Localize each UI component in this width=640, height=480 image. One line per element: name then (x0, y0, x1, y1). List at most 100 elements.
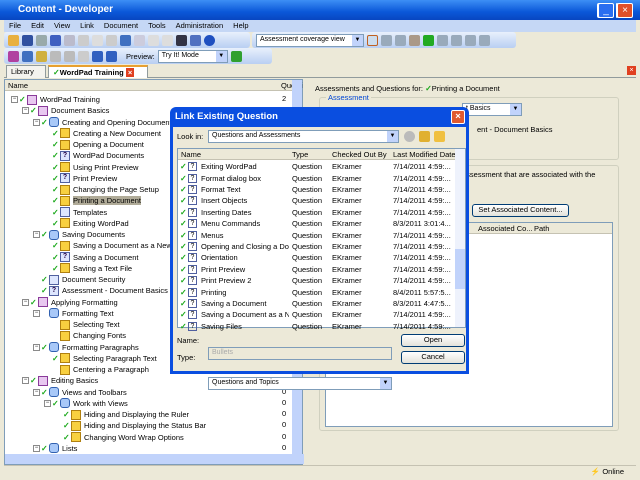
question-row[interactable]: ✓? Inserting Dates Question EKramer 7/14/201… (178, 207, 458, 218)
save-icon[interactable] (22, 34, 33, 46)
tree-node[interactable]: − ✓ Editing Basics (22, 375, 98, 386)
question-row[interactable]: ✓? Insert Objects Question EKramer 7/14/2011… (178, 195, 458, 206)
tree-node[interactable]: − ✓ Work with Views (44, 398, 128, 409)
refresh-icon[interactable] (423, 34, 434, 46)
menu-tools[interactable]: Tools (143, 20, 171, 31)
question-row[interactable]: ✓? Print Preview Question EKramer 7/14/2011 … (178, 264, 458, 275)
collapse-icon[interactable]: − (33, 388, 40, 396)
publish-icon[interactable] (409, 34, 420, 46)
new-module-icon[interactable] (22, 50, 33, 62)
new-topic-icon[interactable] (36, 50, 47, 62)
question-row[interactable]: ✓? Exiting WordPad Question EKramer 7/14/201… (178, 161, 458, 172)
preview-mode-combo[interactable]: Try It! Mode ▼ (157, 49, 228, 63)
tree-node[interactable]: ✓? Assessment - Document Basics (33, 285, 168, 296)
menu-document[interactable]: Document (99, 20, 143, 31)
tree-node[interactable]: − ✓ Views and Toolbars (33, 387, 127, 398)
collapse-icon[interactable]: − (11, 96, 18, 103)
layout-single-icon[interactable] (367, 34, 378, 46)
collapse-icon[interactable] (162, 34, 173, 46)
view-combo[interactable]: Assessment coverage view ▼ (256, 33, 364, 47)
copy-icon[interactable] (64, 34, 75, 46)
tree-node[interactable]: Selecting Text (44, 319, 120, 330)
question-row[interactable]: ✓? Orientation Question EKramer 7/14/2011 4:… (178, 252, 458, 263)
back-icon[interactable] (404, 131, 415, 142)
tree-node[interactable]: ✓ Printing a Document (44, 195, 141, 206)
tree-node[interactable]: − ✓ Document Basics (22, 105, 109, 116)
open-button[interactable]: Open (401, 334, 465, 347)
tree-node[interactable]: ✓ Selecting Paragraph Text (44, 353, 157, 364)
tree-node[interactable]: ✓ Using Print Preview (44, 162, 138, 173)
cut-icon[interactable] (50, 34, 61, 46)
tab-library[interactable]: Library (6, 65, 46, 78)
spellcheck-icon[interactable] (190, 34, 201, 46)
name-field[interactable]: Bullets (208, 347, 392, 360)
tree-node[interactable]: − ✓ Lists (33, 443, 77, 454)
tree-node[interactable]: ✓ Saving a Text File (44, 263, 132, 274)
redo-icon[interactable] (134, 34, 145, 46)
collapse-icon[interactable]: − (22, 377, 29, 385)
help-icon[interactable] (204, 34, 215, 46)
collapse-icon[interactable]: − (33, 118, 40, 126)
col-name[interactable]: Name (8, 81, 28, 90)
close-window-button[interactable]: × (617, 3, 633, 18)
minimize-button[interactable]: _ (598, 3, 614, 18)
new-book-icon[interactable] (8, 50, 19, 62)
col-last-modified[interactable]: Last Modified Date (393, 150, 456, 159)
checkout-icon[interactable] (465, 34, 476, 46)
tree-node[interactable]: Centering a Paragraph (44, 364, 149, 375)
type-combo[interactable]: Questions and Topics ▼ (208, 377, 392, 390)
tree-horizontal-scrollbar[interactable] (5, 454, 304, 464)
up-folder-icon[interactable] (419, 131, 430, 142)
tree-node[interactable]: ✓? Saving a Document (44, 252, 138, 263)
col-associated-content[interactable]: Associated Co... (478, 224, 533, 233)
tree-node[interactable]: ✓ Opening a Document (44, 139, 144, 150)
tab-wordpad-training[interactable]: ✓WordPad Training × (48, 65, 148, 78)
tree-node[interactable]: ✓ Templates (44, 207, 107, 218)
properties-icon[interactable] (106, 34, 117, 46)
print-preview-icon[interactable] (36, 34, 47, 46)
expand-icon[interactable] (148, 34, 159, 46)
question-row[interactable]: ✓? Print Preview 2 Question EKramer 7/14/201… (178, 275, 458, 286)
question-row[interactable]: ✓? Format dialog box Question EKramer 7/14/2… (178, 172, 458, 183)
menu-help[interactable]: Help (228, 20, 253, 31)
new-question-icon[interactable] (50, 50, 61, 62)
question-row[interactable]: ✓? Menu Commands Question EKramer 8/3/2011 3… (178, 218, 458, 229)
move-up-icon[interactable] (92, 50, 103, 62)
tree-node[interactable]: − ✓ Creating and Opening Documents (33, 117, 175, 128)
tree-node[interactable]: ✓ Hiding and Displaying the Status Bar (55, 420, 206, 431)
col-path[interactable]: Path (534, 224, 549, 233)
cancel-button[interactable]: Cancel (401, 351, 465, 364)
close-pane-icon[interactable]: × (627, 66, 636, 75)
tree-node[interactable]: − ✓ Formatting Paragraphs (33, 342, 139, 353)
find-icon[interactable] (176, 34, 187, 46)
collapse-icon[interactable]: − (22, 298, 29, 306)
layout-vertical-icon[interactable] (395, 34, 406, 46)
layout-horizontal-icon[interactable] (381, 34, 392, 46)
look-in-combo[interactable]: Questions and Assessments ▼ (208, 130, 399, 143)
link-icon[interactable] (78, 50, 89, 62)
tree-node[interactable]: ✓ Document Security (33, 274, 125, 285)
delete-icon[interactable] (92, 34, 103, 46)
set-associated-content-button[interactable]: Set Associated Content... (472, 204, 569, 217)
menu-administration[interactable]: Administration (171, 20, 229, 31)
tree-node[interactable]: − Formatting Text (33, 308, 114, 319)
collapse-icon[interactable]: − (33, 343, 40, 351)
paste-icon[interactable] (78, 34, 89, 46)
col-name[interactable]: Name (181, 150, 201, 159)
question-row[interactable]: ✓? Opening and Closing a Docu...Question E… (178, 241, 458, 252)
question-row[interactable]: ✓? Saving Files Question EKramer 7/14/2011 4… (178, 321, 458, 332)
tree-node[interactable]: − ✓ WordPad Training (11, 94, 100, 105)
col-type[interactable]: Type (292, 150, 308, 159)
menu-view[interactable]: View (49, 20, 75, 31)
new-folder-icon[interactable] (434, 131, 445, 142)
open-icon[interactable] (8, 34, 19, 46)
collapse-icon[interactable]: − (33, 444, 40, 452)
tree-node[interactable]: − ✓ Applying Formatting (22, 297, 118, 308)
tree-node[interactable]: ✓? WordPad Documents (44, 150, 144, 161)
menu-file[interactable]: File (4, 20, 26, 31)
collapse-icon[interactable]: − (44, 399, 51, 407)
close-tab-icon[interactable]: × (125, 68, 135, 77)
question-row[interactable]: ✓? Printing Question EKramer 8/4/2011 5:57:5… (178, 286, 458, 297)
tree-node[interactable]: ✓ Changing Word Wrap Options (55, 432, 184, 443)
go-preview-icon[interactable] (230, 50, 242, 62)
